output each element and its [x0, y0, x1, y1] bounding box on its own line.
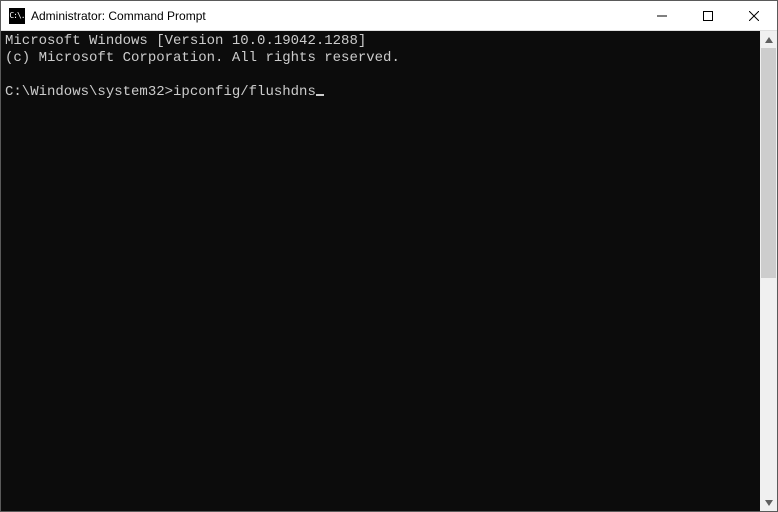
maximize-icon	[703, 11, 713, 21]
window-frame: C:\. Administrator: Command Prompt Micro…	[0, 0, 778, 512]
output-line-1: Microsoft Windows [Version 10.0.19042.12…	[5, 33, 366, 49]
cmd-icon-glyph: C:\.	[9, 12, 24, 20]
terminal-output[interactable]: Microsoft Windows [Version 10.0.19042.12…	[1, 31, 760, 511]
chevron-up-icon	[765, 37, 773, 43]
titlebar[interactable]: C:\. Administrator: Command Prompt	[1, 1, 777, 31]
scroll-down-button[interactable]	[760, 494, 777, 511]
close-icon	[749, 11, 759, 21]
vertical-scrollbar[interactable]	[760, 31, 777, 511]
maximize-button[interactable]	[685, 1, 731, 30]
client-area: Microsoft Windows [Version 10.0.19042.12…	[1, 31, 777, 511]
command-text: ipconfig/flushdns	[173, 84, 316, 100]
close-button[interactable]	[731, 1, 777, 30]
window-controls	[639, 1, 777, 30]
scroll-thumb[interactable]	[761, 48, 776, 278]
scroll-track[interactable]	[760, 48, 777, 494]
prompt-line: C:\Windows\system32>ipconfig/flushdns	[5, 84, 324, 100]
text-cursor	[316, 94, 324, 96]
scroll-up-button[interactable]	[760, 31, 777, 48]
minimize-icon	[657, 11, 667, 21]
minimize-button[interactable]	[639, 1, 685, 30]
window-title: Administrator: Command Prompt	[31, 9, 639, 23]
cmd-icon: C:\.	[9, 8, 25, 24]
output-line-2: (c) Microsoft Corporation. All rights re…	[5, 50, 400, 66]
prompt-text: C:\Windows\system32>	[5, 84, 173, 100]
chevron-down-icon	[765, 500, 773, 506]
